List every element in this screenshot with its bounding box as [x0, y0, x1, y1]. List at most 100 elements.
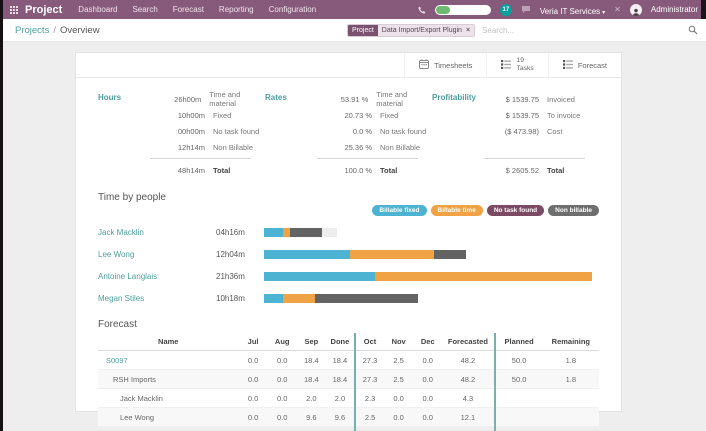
discuss-icon[interactable]: 17	[499, 3, 512, 16]
legend-badge-billable-time[interactable]: Billable time	[430, 205, 483, 216]
forecast-cell	[542, 388, 599, 408]
stat-label: Invoiced	[547, 94, 575, 104]
forecast-col-header: Oct	[354, 333, 385, 351]
stat-column-hours: Hours 26h00m Time and material 10h00m Fixed 0…	[98, 90, 265, 178]
person-link[interactable]: Antoine Langlais	[98, 272, 216, 281]
forecast-cell: 0.0	[267, 350, 297, 370]
forecast-col-header: Planned	[494, 333, 543, 351]
stacked-bar	[264, 227, 599, 237]
forecast-cell: 0.0	[238, 388, 268, 408]
top-navbar: Project Dashboard Search Forecast Reporting…	[0, 0, 706, 19]
time-row: Megan Stiles 10h18m	[98, 287, 599, 309]
stat-total-value: 48h14m	[177, 165, 205, 175]
person-link[interactable]: Jack Macklin	[98, 228, 216, 237]
forecast-cell: 0.0	[413, 350, 443, 370]
topbar-right: 17 Veria IT Services ▾ ✕ Administrator	[418, 1, 698, 19]
search-icon[interactable]	[688, 22, 698, 40]
forecast-cell: 0.0	[238, 350, 268, 370]
forecast-cell: 4.5	[325, 426, 356, 431]
person-link[interactable]: Lee Wong	[98, 250, 216, 259]
forecast-button[interactable]: Forecast	[547, 53, 621, 77]
top-menu-item-search[interactable]: Search	[132, 5, 157, 14]
bar-segment	[264, 227, 284, 237]
screen-edge-right	[701, 0, 706, 19]
forecast-cell: 2.1	[384, 426, 414, 431]
calendar-icon	[418, 59, 429, 71]
stat-label: No task found	[380, 126, 427, 136]
stat-label: Cost	[547, 126, 563, 136]
stat-value: 26h00m	[174, 94, 202, 104]
stat-label: Time and material	[209, 90, 241, 108]
stat-value: $ 1539.75	[505, 110, 539, 120]
time-row: Antoine Langlais 21h36m	[98, 265, 599, 287]
search-input[interactable]	[475, 26, 688, 35]
forecast-cell: 12.1	[442, 407, 496, 427]
forecast-cell: 18.4	[296, 369, 326, 389]
forecast-col-header: Remaining	[542, 333, 599, 351]
time-by-people-chart: Jack Macklin 04h16m Lee Wong 12h04m Antoine …	[98, 221, 599, 309]
legend-badge-non-billable[interactable]: Non billable	[548, 205, 599, 216]
screen-edge-left	[0, 0, 3, 431]
stat-rows: 53.91 % Time and material 20.73 % Fixed 0.0 …	[317, 90, 432, 178]
apps-grid-icon[interactable]	[10, 5, 18, 14]
bar-segment	[264, 249, 350, 259]
forecast-cell	[494, 388, 543, 408]
forecast-cell: 4.5	[296, 426, 326, 431]
stacked-bar	[264, 271, 599, 281]
forecast-project-link[interactable]: S0097	[98, 350, 239, 370]
legend-badge-billable-fixed[interactable]: Billable fixed	[372, 205, 427, 216]
tasks-icon	[501, 59, 512, 71]
top-menu: Dashboard Search Forecast Reporting Configur…	[78, 5, 331, 14]
company-name: Veria IT Services	[539, 6, 601, 16]
tasks-button[interactable]: 19 Tasks	[486, 53, 547, 77]
forecast-cell: 2.0	[296, 388, 326, 408]
stat-total-value: 100.0 %	[344, 165, 372, 175]
top-menu-item-configuration[interactable]: Configuration	[269, 5, 317, 14]
time-by-people-title: Time by people	[98, 192, 166, 203]
stats-summary: Hours 26h00m Time and material 10h00m Fixed 0…	[76, 78, 621, 182]
company-switcher[interactable]: Veria IT Services ▾	[540, 1, 605, 19]
forecast-cell: 0.0	[267, 369, 297, 389]
forecast-section: Forecast Name Jul Aug Sep Done Oct Nov Dec Forec…	[76, 319, 621, 431]
timer-widget[interactable]	[434, 4, 491, 15]
forecast-cell: 0.0	[238, 369, 268, 389]
chat-bubble-icon[interactable]	[521, 5, 531, 14]
stat-row: 10h00m Fixed	[150, 107, 265, 123]
search-bar: Project Data Import/Export Plugin ×	[347, 22, 698, 39]
top-menu-item-dashboard[interactable]: Dashboard	[78, 5, 117, 14]
stat-column-title: Profitability	[432, 93, 477, 102]
forecast-cell: 0.0	[238, 426, 268, 431]
legend-badge-no-task-found[interactable]: No task found	[486, 205, 545, 216]
facet-remove-icon[interactable]: ×	[466, 27, 470, 34]
user-name[interactable]: Administrator	[651, 5, 698, 14]
forecast-cell: 21.5	[442, 426, 496, 431]
person-link[interactable]: Megan Stiles	[98, 294, 216, 303]
app-name[interactable]: Project	[25, 4, 62, 16]
forecast-cell: 48.2	[442, 369, 496, 389]
search-facet: Project Data Import/Export Plugin ×	[347, 24, 476, 37]
bar-segment	[283, 227, 291, 237]
project-overview-panel: Timesheets 19 Tasks Forecast Hours 26h00m Tim…	[75, 52, 622, 431]
stat-column-profitability: Profitability $ 1539.75 Invoiced $ 1539.75 T…	[432, 91, 599, 178]
person-duration: 21h36m	[216, 271, 245, 281]
stat-row: 00h00m No task found	[150, 123, 265, 139]
forecast-row-name: Antoine Langlais	[98, 426, 239, 431]
button-label: Forecast	[577, 60, 607, 70]
forecast-cell: 0.0	[413, 388, 443, 408]
avatar[interactable]	[629, 3, 642, 16]
forecast-col-header: Done	[325, 333, 356, 351]
forecast-cell: 2.5	[354, 407, 385, 427]
bar-segment	[314, 293, 419, 303]
close-icon[interactable]: ✕	[614, 5, 621, 14]
forecast-cell	[542, 407, 599, 427]
top-menu-item-forecast[interactable]: Forecast	[173, 5, 204, 14]
forecast-row-name: Jack Macklin	[98, 388, 239, 408]
top-menu-item-reporting[interactable]: Reporting	[219, 5, 254, 14]
forecast-cell: 18.4	[325, 350, 356, 370]
timesheets-button[interactable]: Timesheets	[403, 53, 487, 77]
forecast-col-header: Sep	[296, 333, 326, 351]
breadcrumb-root[interactable]: Projects	[15, 25, 49, 36]
forecast-cell: 0.0	[267, 426, 297, 431]
stat-value: 12h14m	[177, 142, 205, 152]
phone-icon[interactable]	[418, 6, 426, 14]
